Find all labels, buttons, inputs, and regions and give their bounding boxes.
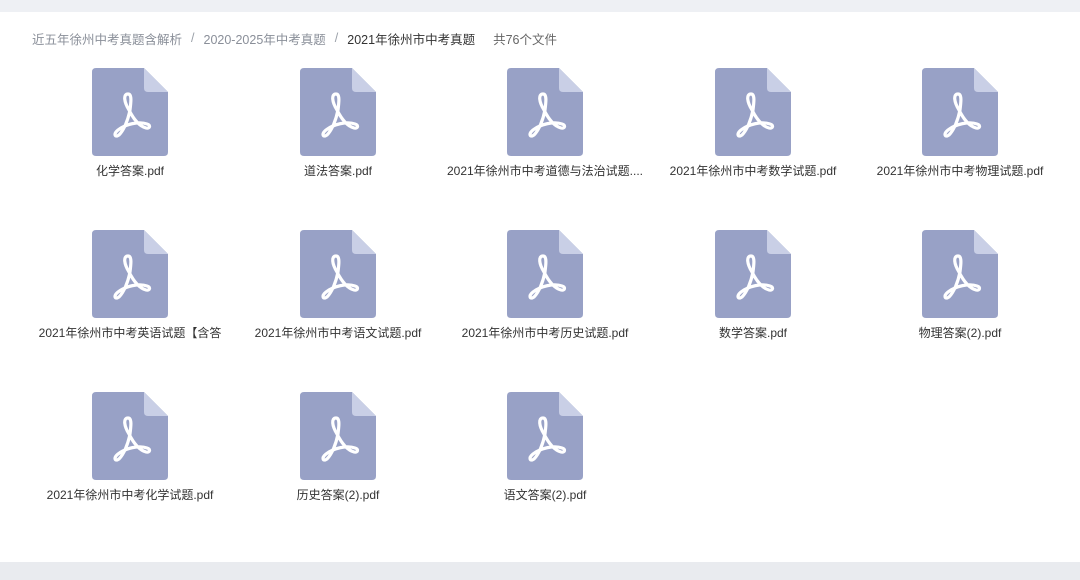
file-grid: 化学答案.pdf 道法答案.pdf 2021年徐州市中考道德与法治试题.... 202…: [0, 12, 1080, 562]
file-item[interactable]: 2021年徐州市中考物理试题.pdf: [856, 68, 1064, 198]
file-name: 2021年徐州市中考语文试题.pdf: [254, 326, 422, 340]
file-item[interactable]: 物理答案(2).pdf: [856, 230, 1064, 360]
pdf-file-icon: [922, 230, 998, 318]
file-item[interactable]: 历史答案(2).pdf: [234, 392, 442, 522]
pdf-file-icon: [715, 230, 791, 318]
file-name: 化学答案.pdf: [95, 164, 165, 178]
file-item[interactable]: 化学答案.pdf: [26, 68, 234, 198]
file-name: 历史答案(2).pdf: [296, 488, 380, 502]
pdf-file-icon: [507, 230, 583, 318]
file-name: 数学答案.pdf: [718, 326, 788, 340]
file-item[interactable]: 语文答案(2).pdf: [441, 392, 649, 522]
pdf-file-icon: [300, 68, 376, 156]
file-item[interactable]: 2021年徐州市中考道德与法治试题....: [441, 68, 649, 198]
file-browser-panel: 近五年徐州中考真题含解析 / 2020-2025年中考真题 / 2021年徐州市…: [0, 12, 1080, 562]
file-item[interactable]: 2021年徐州市中考英语试题【含答: [26, 230, 234, 360]
pdf-file-icon: [300, 230, 376, 318]
file-item[interactable]: 2021年徐州市中考语文试题.pdf: [234, 230, 442, 360]
file-item[interactable]: 数学答案.pdf: [649, 230, 857, 360]
pdf-file-icon: [300, 392, 376, 480]
file-name: 2021年徐州市中考英语试题【含答: [38, 326, 222, 340]
file-item[interactable]: 2021年徐州市中考化学试题.pdf: [26, 392, 234, 522]
pdf-file-icon: [715, 68, 791, 156]
bottom-bar: [0, 562, 1080, 580]
pdf-file-icon: [92, 230, 168, 318]
pdf-file-icon: [922, 68, 998, 156]
file-name: 2021年徐州市中考历史试题.pdf: [461, 326, 629, 340]
file-item[interactable]: 道法答案.pdf: [234, 68, 442, 198]
file-name: 2021年徐州市中考化学试题.pdf: [46, 488, 214, 502]
file-item[interactable]: 2021年徐州市中考数学试题.pdf: [649, 68, 857, 198]
file-item[interactable]: 2021年徐州市中考历史试题.pdf: [441, 230, 649, 360]
file-name: 物理答案(2).pdf: [918, 326, 1002, 340]
pdf-file-icon: [92, 68, 168, 156]
file-name: 2021年徐州市中考物理试题.pdf: [876, 164, 1044, 178]
file-name: 道法答案.pdf: [303, 164, 373, 178]
pdf-file-icon: [507, 392, 583, 480]
pdf-file-icon: [507, 68, 583, 156]
file-name: 2021年徐州市中考道德与法治试题....: [446, 164, 644, 178]
file-name: 语文答案(2).pdf: [503, 488, 587, 502]
pdf-file-icon: [92, 392, 168, 480]
file-name: 2021年徐州市中考数学试题.pdf: [669, 164, 837, 178]
